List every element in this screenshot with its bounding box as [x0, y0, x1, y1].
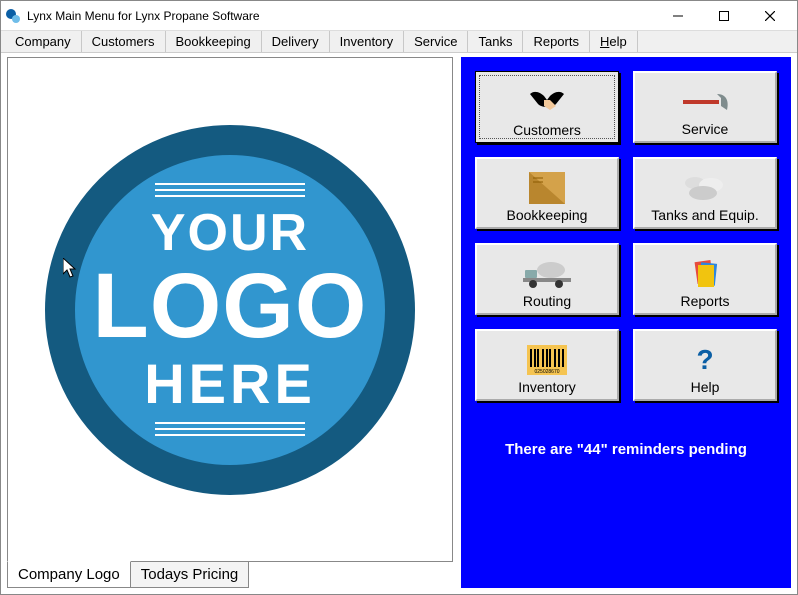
customers-label: Customers — [513, 122, 581, 138]
bookkeeping-button[interactable]: Bookkeeping — [475, 157, 619, 229]
logo-frame: YOUR LOGO HERE — [7, 57, 453, 562]
logo-text-logo: LOGO — [93, 263, 368, 350]
logo-text-your: YOUR — [151, 203, 309, 263]
menu-reports[interactable]: Reports — [523, 31, 590, 52]
routing-button[interactable]: Routing — [475, 243, 619, 315]
routing-label: Routing — [523, 293, 571, 309]
service-button[interactable]: Service — [633, 71, 777, 143]
svg-text:025028670: 025028670 — [534, 369, 559, 375]
bookkeeping-label: Bookkeeping — [507, 207, 588, 223]
help-button[interactable]: ? Help — [633, 329, 777, 401]
app-icon — [5, 8, 21, 24]
tanks-icon — [685, 171, 725, 205]
help-label: Help — [691, 379, 720, 395]
question-icon: ? — [695, 343, 715, 377]
menu-tanks[interactable]: Tanks — [468, 31, 523, 52]
tanks-button[interactable]: Tanks and Equip. — [633, 157, 777, 229]
service-label: Service — [682, 121, 729, 137]
button-grid: Customers Service — [475, 71, 777, 401]
minimize-button[interactable] — [655, 1, 701, 31]
titlebar: Lynx Main Menu for Lynx Propane Software — [1, 1, 797, 31]
tanks-label: Tanks and Equip. — [651, 207, 758, 223]
barcode-icon: 025028670 — [527, 343, 567, 377]
menu-help[interactable]: Help — [590, 31, 638, 52]
handshake-icon — [526, 86, 568, 120]
tab-todays-pricing[interactable]: Todays Pricing — [130, 561, 250, 588]
logo-bottom-lines — [155, 422, 305, 436]
reminders-text: There are "44" reminders pending — [475, 441, 777, 458]
menu-company[interactable]: Company — [5, 31, 82, 52]
content-area: YOUR LOGO HERE Company Logo Todays Prici… — [1, 53, 797, 594]
window-title: Lynx Main Menu for Lynx Propane Software — [27, 9, 655, 23]
truck-icon — [523, 257, 571, 291]
left-pane: YOUR LOGO HERE Company Logo Todays Prici… — [7, 57, 453, 588]
inventory-button[interactable]: 025028670 Inventory — [475, 329, 619, 401]
right-pane: Customers Service — [461, 57, 791, 588]
customers-button[interactable]: Customers — [475, 71, 619, 143]
svg-text:?: ? — [696, 345, 713, 375]
logo-placeholder: YOUR LOGO HERE — [45, 125, 415, 495]
logo-text-here: HERE — [144, 351, 316, 416]
wrench-icon — [681, 85, 729, 119]
reports-icon — [690, 257, 720, 291]
menu-service[interactable]: Service — [404, 31, 468, 52]
menu-customers[interactable]: Customers — [82, 31, 166, 52]
menu-bookkeeping[interactable]: Bookkeeping — [166, 31, 262, 52]
reports-button[interactable]: Reports — [633, 243, 777, 315]
window-controls — [655, 1, 793, 31]
menubar: CompanyCustomersBookkeepingDeliveryInven… — [1, 31, 797, 53]
tab-company-logo[interactable]: Company Logo — [7, 561, 131, 588]
close-button[interactable] — [747, 1, 793, 31]
inventory-label: Inventory — [518, 379, 576, 395]
maximize-button[interactable] — [701, 1, 747, 31]
logo-top-lines — [155, 183, 305, 197]
tab-bar: Company Logo Todays Pricing — [7, 561, 453, 588]
ledger-icon — [529, 171, 565, 205]
reports-label: Reports — [680, 293, 729, 309]
menu-delivery[interactable]: Delivery — [262, 31, 330, 52]
menu-inventory[interactable]: Inventory — [330, 31, 404, 52]
